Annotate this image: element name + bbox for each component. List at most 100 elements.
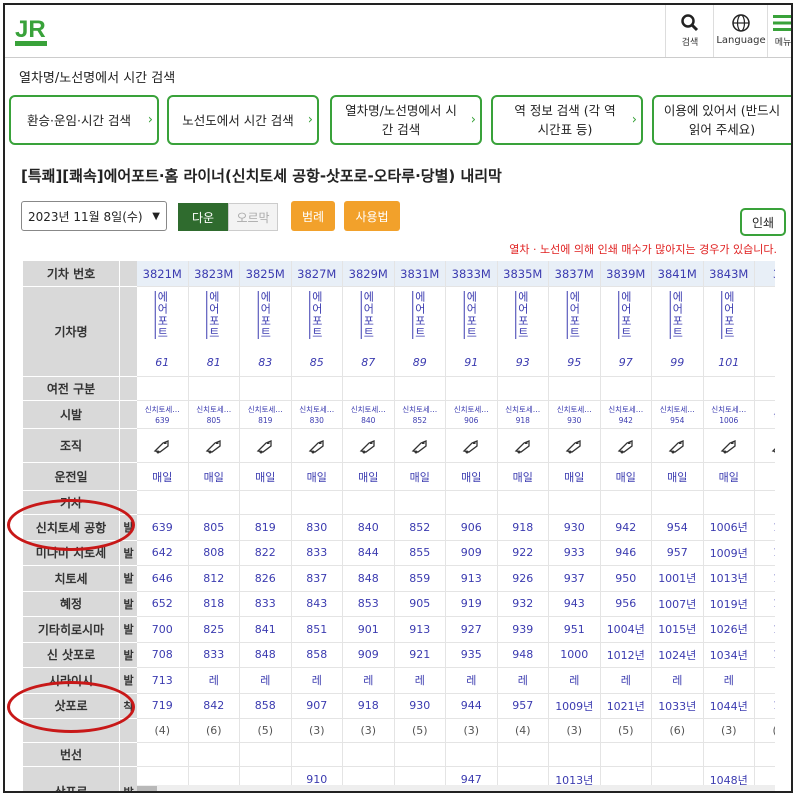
train-name-link[interactable]: 에어포트 99 [652,287,704,377]
origin-station: 신치토세… [453,404,489,414]
formation-cell[interactable] [446,429,498,463]
scrollbar-thumb[interactable] [137,786,157,791]
formation-cell[interactable] [188,429,240,463]
operation-day: 매일 [446,463,498,491]
legend-button[interactable]: 범례 [291,201,335,231]
time-cell: 957 [497,693,549,719]
nav-station-info[interactable]: 역 정보 검색 (각 역 시간표 등) › [491,95,643,145]
horizontal-scrollbar[interactable] [137,785,775,791]
origin-cell[interactable]: 신치토세… 852 [394,401,446,429]
nav-label: 노선도에서 시간 검색 [182,112,294,128]
nav-label: 열차명/노선명에서 시간 검색 [345,103,457,137]
time-cell: 951 [549,617,601,643]
date-select[interactable]: 2023년 11월 8일(수) ▼ [21,201,167,231]
station-name: 신 삿포로 [23,642,119,668]
formation-cell[interactable] [291,429,343,463]
nav-transfer-fare-time[interactable]: 환승·운임·시간 검색 › [9,95,159,145]
time-cell: 956 [600,591,652,617]
origin-cell[interactable]: 신치토세… 639 [137,401,189,429]
train-name-link[interactable]: 에어포트 83 [240,287,292,377]
time-cell: 825 [188,617,240,643]
train-name-link[interactable]: 에어포트 95 [549,287,601,377]
time-cell: 1013년 [703,566,755,592]
train-name-link[interactable]: 에어포트 97 [600,287,652,377]
nav-usage-guide[interactable]: 이용에 있어서 (반드시 읽어 주세요)› [652,95,791,145]
time-cell: 843 [291,591,343,617]
search-button[interactable]: 검색 [665,5,714,57]
usage-button[interactable]: 사용법 [344,201,400,231]
time-cell: 858 [291,642,343,668]
origin-cell[interactable]: 신치토세… 918 [497,401,549,429]
train-name-link[interactable]: 에어포트 81 [188,287,240,377]
hidden-cell [703,377,755,401]
formation-cell[interactable] [137,429,189,463]
origin-cell[interactable]: 신치토세… 930 [549,401,601,429]
origin-cell[interactable]: 신치토세… 1006 [703,401,755,429]
time-cell: 930 [394,693,446,719]
formation-cell[interactable] [600,429,652,463]
print-button[interactable]: 인쇄 [740,208,786,236]
origin-station: 신치토세… [247,404,283,414]
train-name: 에어포트 [722,291,736,339]
nav-route-map-time[interactable]: 노선도에서 시간 검색 › [167,95,319,145]
train-formation-icon [308,439,324,453]
hidden-cell [188,377,240,401]
train-name: 에어포트 [567,291,581,339]
train-name-link[interactable]: 에어포트 101 [703,287,755,377]
time-cell: 913 [394,617,446,643]
origin-station: 신치토세… [711,404,747,414]
train-name-link[interactable]: 에어포트 89 [394,287,446,377]
language-button[interactable]: Language [713,5,768,57]
train-name-link[interactable]: 에어포트 87 [343,287,395,377]
train-name-link[interactable]: 에어포트 85 [291,287,343,377]
train-name-link[interactable]: 에어포트 61 [137,287,189,377]
origin-cell[interactable]: 신치토세… 942 [600,401,652,429]
row-type-blank [119,743,137,767]
time-cell: 10 [755,643,775,668]
direction-up-button[interactable]: 오르막 [228,203,278,231]
origin-cell[interactable]: 신치토세… 830 [291,401,343,429]
origin-time: 942 [618,415,633,425]
line-cell [343,743,395,767]
nav-label: 환승·운임·시간 검색 [27,112,131,128]
nav-train-name-time[interactable]: 열차명/노선명에서 시간 검색 › [330,95,482,145]
formation-cell[interactable] [755,429,775,463]
formation-cell[interactable] [343,429,395,463]
menu-button[interactable]: 메뉴 [767,5,791,57]
time-cell: 919 [446,591,498,617]
direction-down-button[interactable]: 다운 [178,203,228,231]
origin-cell[interactable]: 신치토세… 906 [446,401,498,429]
site-header: JR 검색 Language 메뉴 [5,5,791,58]
operation-day: 매일 [703,463,755,491]
row-label-train-number: 기차 번호 [23,261,119,287]
annotation-circle [7,681,135,733]
train-service-number: 91 [464,356,479,369]
time-cell: 853 [343,591,395,617]
time-cell: 713 [137,668,189,694]
origin-station: 신치토세… [556,404,592,414]
train-name-link[interactable] [755,287,775,377]
formation-cell[interactable] [703,429,755,463]
formation-cell[interactable] [497,429,549,463]
operation-day: 매일 [291,463,343,491]
time-cell: 944 [446,693,498,719]
hidden-cell [755,377,775,401]
time-cell: 909 [446,540,498,566]
formation-cell[interactable] [652,429,704,463]
origin-cell[interactable]: 신치토세… 840 [343,401,395,429]
origin-cell[interactable]: 신치토세… 805 [188,401,240,429]
jr-logo[interactable]: JR [13,13,53,49]
operation-day: 매일 [600,463,652,491]
formation-cell[interactable] [394,429,446,463]
hidden-cell [600,377,652,401]
train-name-link[interactable]: 에어포트 93 [497,287,549,377]
formation-cell[interactable] [549,429,601,463]
origin-cell[interactable]: 신치토세… 954 [652,401,704,429]
formation-cell[interactable] [240,429,292,463]
train-name-link[interactable]: 에어포트 91 [446,287,498,377]
time-cell: 833 [240,591,292,617]
row-type-blank [119,261,137,287]
origin-cell[interactable]: 신치 [755,401,775,429]
origin-cell[interactable]: 신치토세… 819 [240,401,292,429]
train-service-number: 61 [155,356,170,369]
